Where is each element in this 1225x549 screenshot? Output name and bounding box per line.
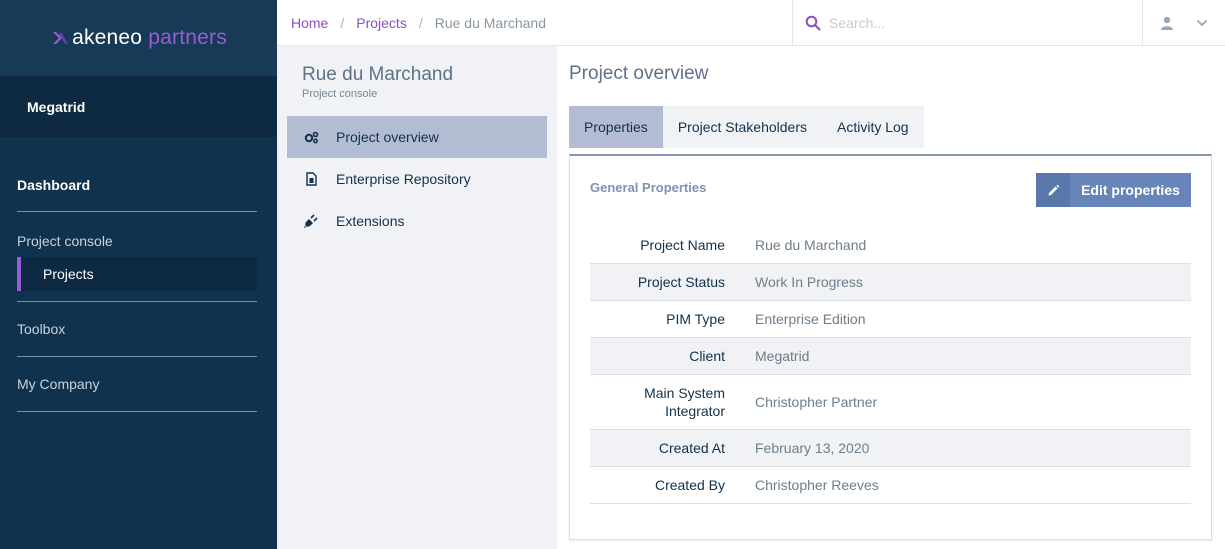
tab-activity-log[interactable]: Activity Log <box>822 106 924 148</box>
tab-properties[interactable]: Properties <box>569 106 663 148</box>
properties-table: Project Name Rue du Marchand Project Sta… <box>590 227 1191 504</box>
sidebar-section-project-console[interactable]: Project console <box>17 212 257 257</box>
tab-project-stakeholders[interactable]: Project Stakeholders <box>663 106 822 148</box>
property-label: PIM Type <box>666 311 725 327</box>
edit-properties-button[interactable]: Edit properties <box>1036 173 1191 207</box>
subnav-label: Enterprise Repository <box>336 171 471 187</box>
akeneo-logo-icon <box>53 32 69 44</box>
property-value: February 13, 2020 <box>755 440 870 456</box>
project-subnav: Project overview Enterprise Repository E… <box>277 116 557 242</box>
user-icon <box>1161 16 1173 30</box>
property-row: Project Status Work In Progress <box>590 264 1191 301</box>
company-name[interactable]: Megatrid <box>0 76 277 137</box>
search-input[interactable] <box>829 14 1109 31</box>
properties-card: General Properties Edit properties Proje… <box>569 154 1212 540</box>
sidebar-item-projects[interactable]: Projects <box>17 257 257 291</box>
page-title: Project overview <box>569 63 709 84</box>
logo-suffix: partners <box>148 26 227 49</box>
card-title: General Properties <box>590 180 707 195</box>
sidebar-item-toolbox[interactable]: Toolbox <box>17 302 257 357</box>
chevron-down-icon <box>1196 19 1208 26</box>
edit-properties-label: Edit properties <box>1081 182 1180 198</box>
subnav-label: Project overview <box>336 129 439 145</box>
property-label: Project Name <box>640 237 725 253</box>
top-bar: Home / Projects / Rue du Marchand <box>277 0 1225 46</box>
property-row: Client Megatrid <box>590 338 1191 375</box>
property-row: PIM Type Enterprise Edition <box>590 301 1191 338</box>
main-sidebar: akeneo partners Megatrid Dashboard Proje… <box>0 0 277 549</box>
property-value: Work In Progress <box>755 274 863 290</box>
logo-brand: akeneo <box>72 26 143 49</box>
property-row: Created By Christopher Reeves <box>590 467 1191 504</box>
user-menu[interactable] <box>1143 0 1225 45</box>
subnav-label: Extensions <box>336 213 405 229</box>
plug-icon <box>303 213 319 229</box>
property-label: Created By <box>654 477 725 493</box>
main-content: Project overview Properties Project Stak… <box>557 46 1225 549</box>
search-icon <box>805 15 821 31</box>
sidebar-item-dashboard[interactable]: Dashboard <box>17 177 257 212</box>
property-label: Client <box>689 348 725 364</box>
project-subpanel: Rue du Marchand Project console Project … <box>277 46 557 549</box>
sidebar-item-my-company[interactable]: My Company <box>17 357 257 412</box>
subnav-item-extensions[interactable]: Extensions <box>287 200 547 242</box>
breadcrumb-separator: / <box>340 14 345 31</box>
sidebar-nav: Dashboard Project console Projects Toolb… <box>0 177 277 412</box>
property-value: Megatrid <box>755 348 810 364</box>
search-box <box>793 0 1143 45</box>
property-value: Rue du Marchand <box>755 237 867 253</box>
subnav-item-enterprise-repository[interactable]: Enterprise Repository <box>287 158 547 200</box>
property-value: Christopher Partner <box>755 394 878 410</box>
property-label: Main System Integrator <box>644 385 725 419</box>
property-row: Project Name Rue du Marchand <box>590 227 1191 264</box>
breadcrumb: Home / Projects / Rue du Marchand <box>277 0 793 45</box>
breadcrumb-projects[interactable]: Projects <box>356 15 407 31</box>
property-row: Main System Integrator Christopher Partn… <box>590 375 1191 430</box>
pencil-icon <box>1036 173 1070 207</box>
logo[interactable]: akeneo partners <box>0 0 277 76</box>
project-subtitle: Project console <box>302 88 378 100</box>
file-icon <box>303 171 319 187</box>
property-label: Project Status <box>637 274 725 290</box>
breadcrumb-separator: / <box>418 14 423 31</box>
property-label: Created At <box>658 440 725 456</box>
property-value: Christopher Reeves <box>755 477 879 493</box>
tab-bar: Properties Project Stakeholders Activity… <box>569 106 924 148</box>
gears-icon <box>303 129 319 145</box>
subnav-item-project-overview[interactable]: Project overview <box>287 116 547 158</box>
project-title: Rue du Marchand <box>302 64 454 85</box>
logo-text: akeneo partners <box>72 26 227 50</box>
breadcrumb-home[interactable]: Home <box>291 15 328 31</box>
property-row: Created At February 13, 2020 <box>590 430 1191 467</box>
breadcrumb-current: Rue du Marchand <box>434 14 547 31</box>
property-value: Enterprise Edition <box>755 311 866 327</box>
